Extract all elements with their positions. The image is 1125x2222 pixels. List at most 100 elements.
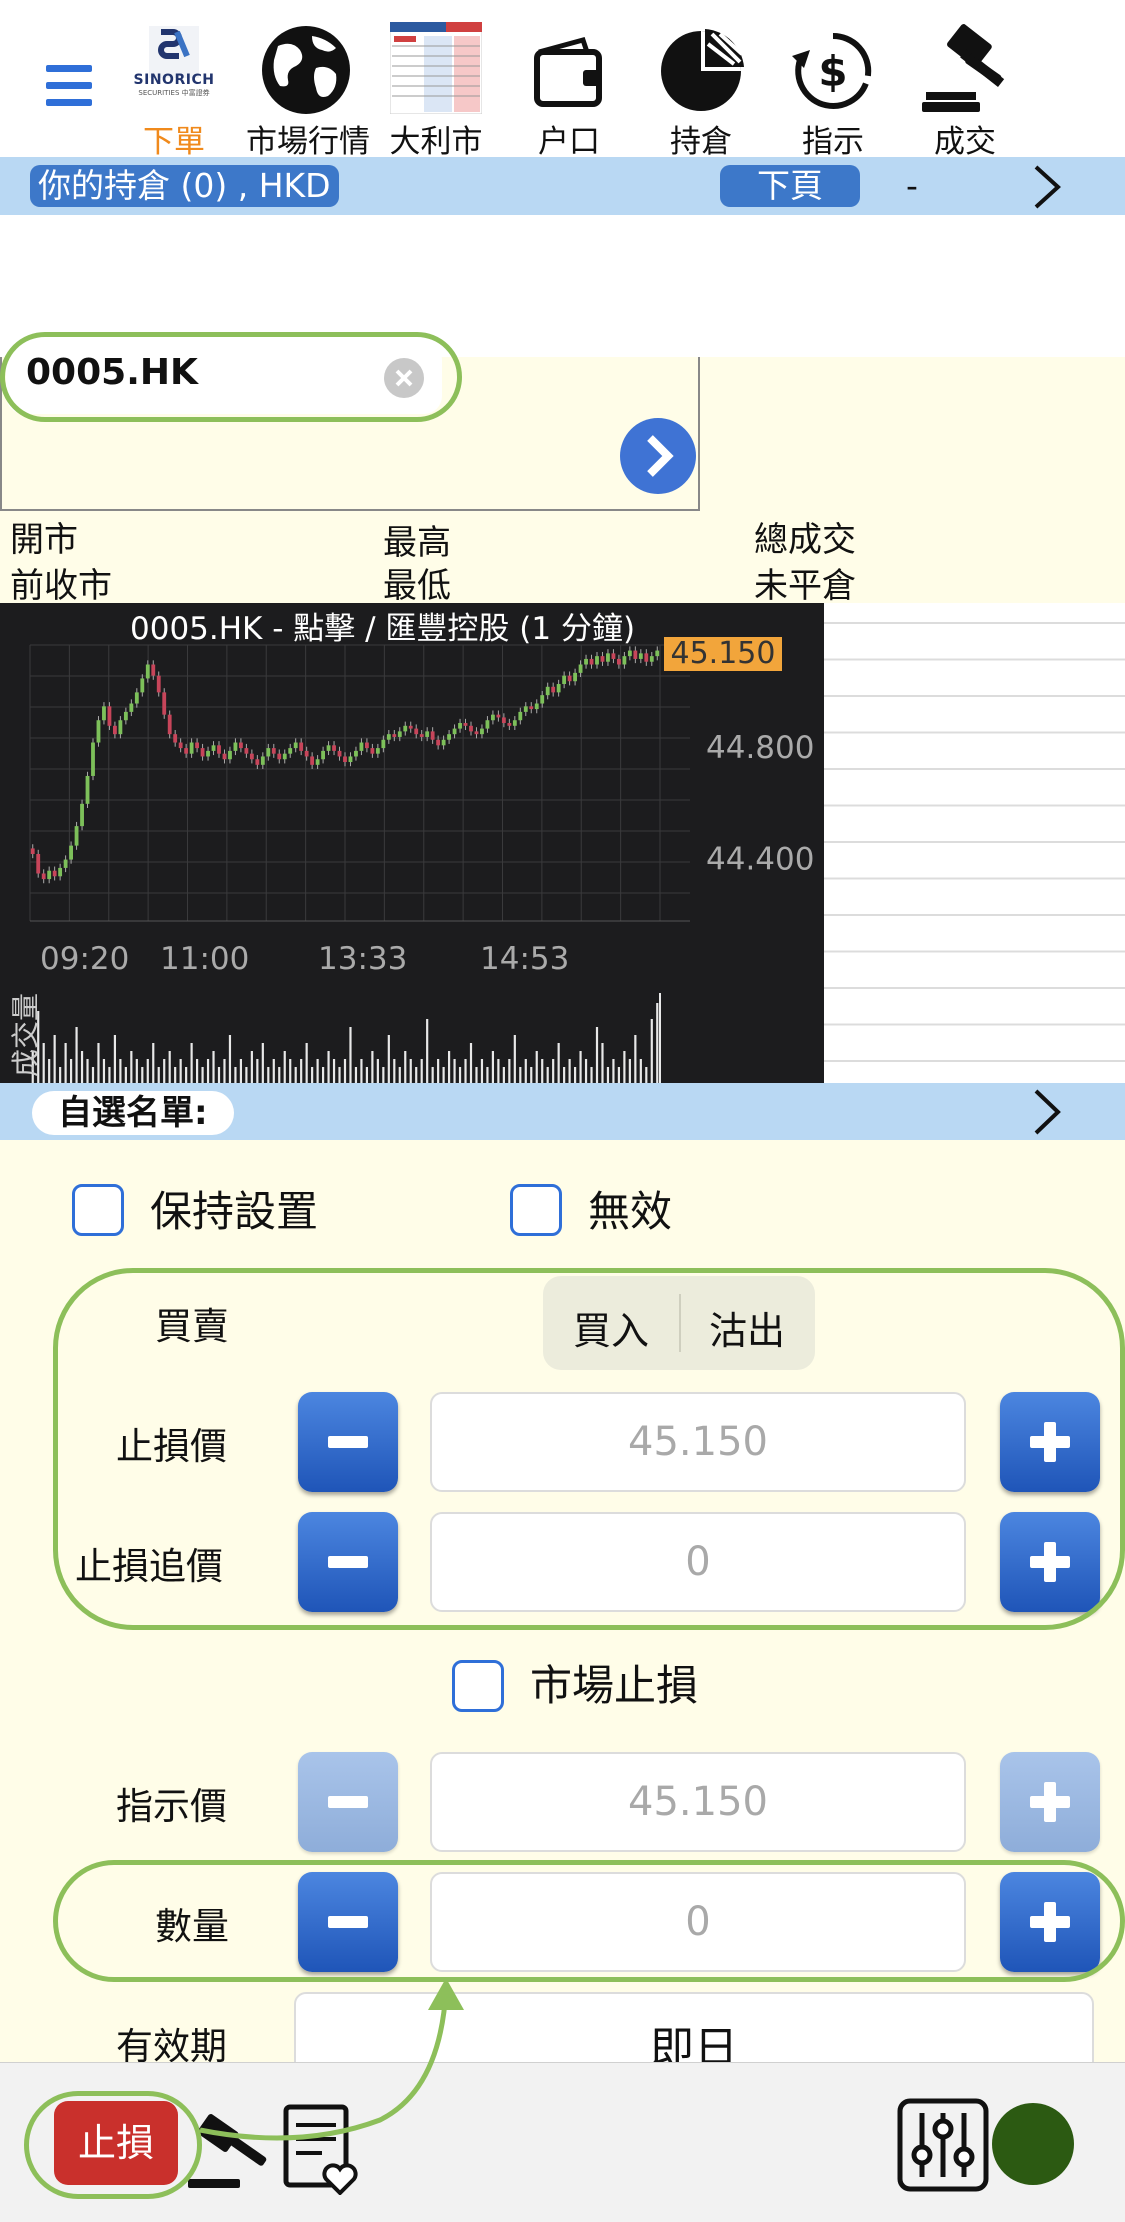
candle — [206, 750, 210, 757]
candle — [129, 703, 134, 712]
candle — [96, 720, 101, 743]
go-button[interactable] — [620, 418, 696, 494]
nav-market-quotes[interactable]: 市場行情 — [246, 20, 370, 160]
candle — [529, 706, 534, 710]
nav-order[interactable]: SINORICH SECURITIES 中富證券 下單 — [114, 20, 234, 160]
volume-bar — [409, 1059, 412, 1083]
candle — [80, 803, 84, 827]
candle — [271, 748, 276, 754]
candle — [244, 748, 249, 754]
market-stop-checkbox[interactable] — [452, 1660, 504, 1712]
x-tick-label: 14:53 — [480, 941, 569, 977]
volume-bar — [321, 1067, 325, 1083]
next-page-button[interactable]: 下頁 — [720, 165, 860, 207]
favorites-list-icon[interactable] — [282, 2101, 366, 2196]
volume-bar — [595, 1027, 599, 1083]
candle — [364, 742, 369, 749]
chevron-right-icon[interactable] — [1030, 163, 1064, 211]
nav-label: 下單 — [143, 124, 205, 160]
volume-bar — [316, 1059, 319, 1083]
volume-bar — [119, 1059, 122, 1083]
candle — [496, 714, 501, 718]
volume-bar — [206, 1059, 210, 1083]
candle — [633, 650, 638, 659]
candle — [282, 753, 287, 760]
price-chart[interactable]: 0005.HK - 點擊 / 匯豐控股 (1 分鐘) 44.800 44.400 … — [0, 603, 824, 1083]
candle — [156, 675, 161, 693]
candle — [326, 745, 331, 751]
candle — [595, 656, 599, 665]
candle — [600, 656, 605, 662]
sinorich-logo: SINORICH SECURITIES 中富證券 — [129, 26, 219, 106]
volume-bar — [447, 1051, 451, 1083]
candle — [184, 748, 189, 754]
volume-bar — [563, 1067, 566, 1083]
volume-bar — [179, 1059, 182, 1083]
volume-bar — [530, 1067, 533, 1083]
candle — [616, 658, 621, 665]
invalid-checkbox[interactable] — [510, 1184, 562, 1236]
x-tick-label: 13:33 — [318, 941, 407, 977]
pie-chart-icon — [656, 24, 746, 114]
candle — [145, 664, 150, 679]
nav-label: 指示 — [802, 124, 864, 160]
volume-bar — [634, 1035, 637, 1083]
open-label: 開市 — [10, 520, 78, 560]
volume-bar — [289, 1059, 292, 1083]
candle — [562, 675, 567, 685]
low-label: 最低 — [383, 566, 451, 606]
order-price-plus-button[interactable] — [1000, 1752, 1100, 1852]
candle — [102, 706, 106, 721]
volume-bar — [311, 1067, 314, 1083]
candle — [255, 759, 260, 765]
candle — [408, 725, 413, 729]
volume-bar — [59, 1067, 62, 1083]
volume-bar — [590, 1067, 593, 1083]
volume-bar — [332, 1059, 336, 1083]
nav-account[interactable]: 户口 — [509, 20, 629, 160]
keep-settings-checkbox[interactable] — [72, 1184, 124, 1236]
volume-bar — [124, 1067, 127, 1083]
candle — [649, 656, 654, 662]
order-price-input[interactable]: 45.150 — [430, 1752, 966, 1852]
chevron-right-icon[interactable] — [1030, 1087, 1064, 1137]
nav-quote-board[interactable]: 大利市 — [376, 20, 496, 160]
candle — [375, 748, 380, 754]
candle — [381, 739, 386, 749]
candle — [112, 725, 117, 735]
candle — [315, 759, 320, 765]
order-price-minus-button[interactable] — [298, 1752, 398, 1852]
volume-bar — [393, 1059, 396, 1083]
candle — [458, 723, 462, 729]
candle — [540, 695, 545, 704]
total-volume-label: 總成交 — [754, 520, 856, 560]
volume-bar — [228, 1035, 232, 1083]
volume-bar — [601, 1043, 604, 1083]
nav-orders[interactable]: $ 指示 — [773, 20, 893, 160]
volume-bar — [486, 1067, 489, 1083]
settings-sliders-icon[interactable] — [896, 2097, 990, 2193]
nav-holdings[interactable]: 持倉 — [641, 20, 761, 160]
volume-bar — [557, 1043, 560, 1083]
volume-bar — [256, 1059, 259, 1083]
candle — [523, 706, 528, 712]
logo-text: SINORICH — [133, 72, 215, 88]
candle — [162, 692, 167, 715]
watchlist-label[interactable]: 自選名單: — [32, 1091, 234, 1135]
volume-bar — [294, 1067, 297, 1083]
nav-executions[interactable]: 成交 — [905, 20, 1025, 160]
volume-bar — [48, 1059, 51, 1083]
candle — [644, 653, 649, 662]
volume-bar — [387, 1035, 390, 1083]
hamburger-menu-icon[interactable] — [46, 62, 94, 110]
holdings-summary[interactable]: 你的持倉 (0) , HKD — [30, 165, 339, 207]
candle — [518, 711, 523, 721]
candle — [485, 720, 490, 729]
volume-bar — [639, 1059, 642, 1083]
nav-label: 市場行情 — [246, 124, 370, 160]
volume-bar — [53, 1035, 56, 1083]
volume-bar — [573, 1067, 577, 1083]
volume-bar — [552, 1059, 555, 1083]
market-stop-label: 市場止損 — [530, 1661, 699, 1710]
nav-label: 持倉 — [670, 124, 732, 160]
